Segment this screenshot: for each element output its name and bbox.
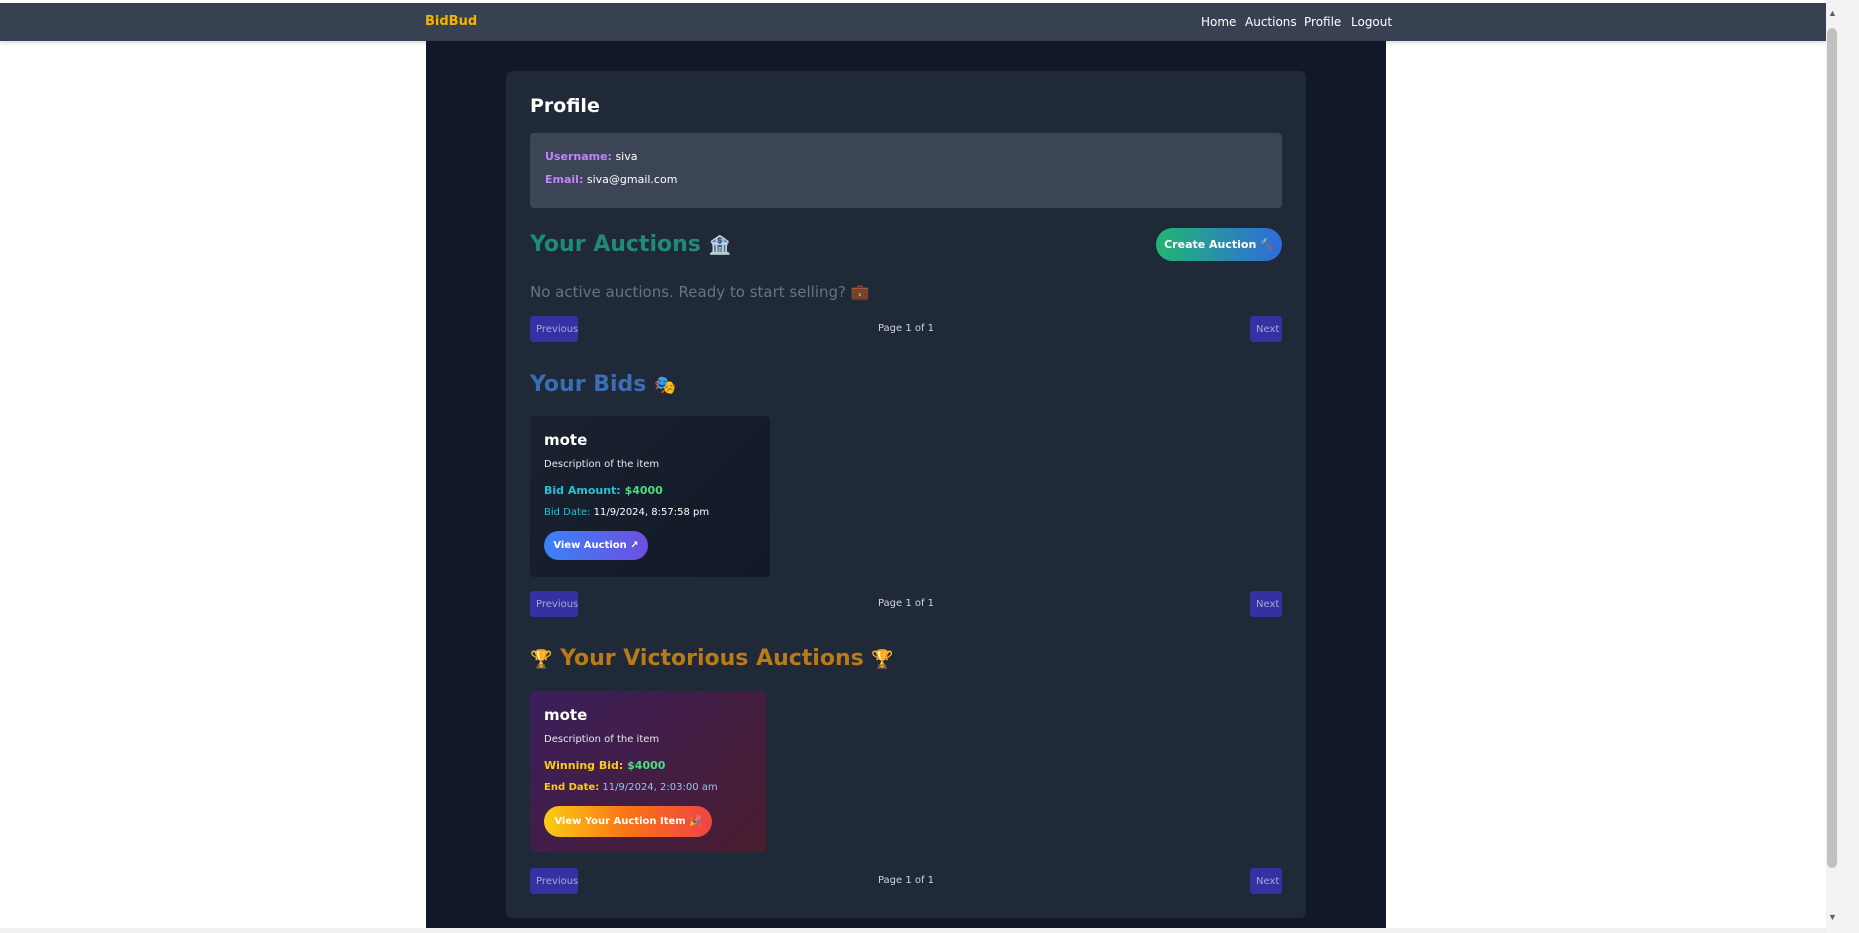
scrollbar-thumb[interactable] [1827, 28, 1837, 868]
email-row: Email: siva@gmail.com [545, 173, 677, 186]
auctions-pagination: Previous Page 1 of 1 Next [530, 316, 1282, 342]
bid-date-label: Bid Date: [544, 507, 591, 518]
auctions-page-indicator: Page 1 of 1 [877, 323, 935, 334]
scroll-down-arrow-icon[interactable]: ▼ [1826, 910, 1839, 924]
briefcase-icon: 💼 [850, 283, 870, 301]
party-popper-icon: 🎉 [689, 816, 702, 827]
username-row: Username: siva [545, 150, 638, 163]
victorious-page-indicator: Page 1 of 1 [877, 875, 935, 886]
bid-date-value: 11/9/2024, 8:57:58 pm [593, 507, 710, 518]
winning-bid-label: Winning Bid: [544, 759, 624, 772]
nav-link-profile[interactable]: Profile [1304, 15, 1341, 29]
brand-logo[interactable]: BidBud [425, 14, 477, 29]
victorious-card: mote Description of the item Winning Bid… [530, 691, 766, 852]
winning-bid-row: Winning Bid: $4000 [544, 759, 665, 772]
trophy-icon-right: 🏆 [871, 649, 894, 670]
bid-card: mote Description of the item Bid Amount:… [530, 416, 770, 577]
your-auctions-title: Your Auctions [530, 232, 701, 257]
external-link-icon: ↗ [630, 540, 639, 551]
your-bids-title: Your Bids [530, 372, 647, 397]
victorious-pagination: Previous Page 1 of 1 Next [530, 868, 1282, 894]
no-auctions-message: No active auctions. Ready to start selli… [530, 283, 869, 301]
hammer-icon: 🔨 [1260, 238, 1274, 251]
victorious-auctions-heading: 🏆 Your Victorious Auctions 🏆 [530, 646, 894, 671]
auctions-next-button[interactable]: Next [1250, 316, 1282, 342]
your-auctions-heading: Your Auctions 🏦 [530, 232, 731, 257]
email-label: Email: [545, 173, 584, 186]
bids-pagination: Previous Page 1 of 1 Next [530, 591, 1282, 617]
bids-next-button[interactable]: Next [1250, 591, 1282, 617]
bid-item-description: Description of the item [544, 459, 660, 470]
bid-amount-value: $4000 [624, 484, 663, 497]
view-auction-item-button[interactable]: View Your Auction Item 🎉 [544, 806, 712, 837]
username-value: siva [615, 150, 638, 163]
end-date-label: End Date: [544, 782, 600, 793]
nav-link-auctions[interactable]: Auctions [1245, 15, 1297, 29]
profile-info-box: Username: siva Email: siva@gmail.com [530, 133, 1282, 208]
username-label: Username: [545, 150, 612, 163]
page-title: Profile [530, 95, 600, 117]
no-auctions-text: No active auctions. Ready to start selli… [530, 283, 846, 301]
victorious-next-button[interactable]: Next [1250, 868, 1282, 894]
email-value: siva@gmail.com [586, 173, 678, 186]
create-auction-button[interactable]: Create Auction 🔨 [1156, 228, 1282, 261]
vertical-scrollbar[interactable]: ▲ ▼ [1826, 0, 1859, 933]
create-auction-label: Create Auction [1164, 238, 1257, 251]
bid-amount-label: Bid Amount: [544, 484, 621, 497]
your-bids-heading: Your Bids 🎭 [530, 372, 676, 397]
bank-icon: 🏦 [708, 235, 731, 256]
trophy-icon-left: 🏆 [530, 649, 553, 670]
nav-link-logout[interactable]: Logout [1351, 15, 1392, 29]
scroll-up-arrow-icon[interactable]: ▲ [1826, 6, 1839, 20]
bid-amount-row: Bid Amount: $4000 [544, 484, 663, 497]
won-item-name: mote [544, 706, 588, 724]
victorious-auctions-title: Your Victorious Auctions [560, 646, 864, 671]
end-date-value: 11/9/2024, 2:03:00 am [602, 782, 718, 793]
view-auction-label: View Auction [553, 540, 627, 551]
bottom-strip [0, 928, 1826, 933]
winning-bid-value: $4000 [627, 759, 666, 772]
bid-item-name: mote [544, 431, 588, 449]
view-auction-item-label: View Your Auction Item [554, 816, 686, 827]
navbar: BidBud Home Auctions Profile Logout [0, 3, 1826, 41]
masks-icon: 🎭 [654, 375, 677, 396]
won-item-description: Description of the item [544, 734, 660, 745]
view-auction-button[interactable]: View Auction ↗ [544, 531, 648, 560]
bid-date-row: Bid Date: 11/9/2024, 8:57:58 pm [544, 507, 709, 518]
bids-page-indicator: Page 1 of 1 [877, 598, 935, 609]
nav-link-home[interactable]: Home [1201, 15, 1236, 29]
profile-panel: Profile Username: siva Email: siva@gmail… [506, 71, 1306, 918]
end-date-row: End Date: 11/9/2024, 2:03:00 am [544, 782, 718, 793]
